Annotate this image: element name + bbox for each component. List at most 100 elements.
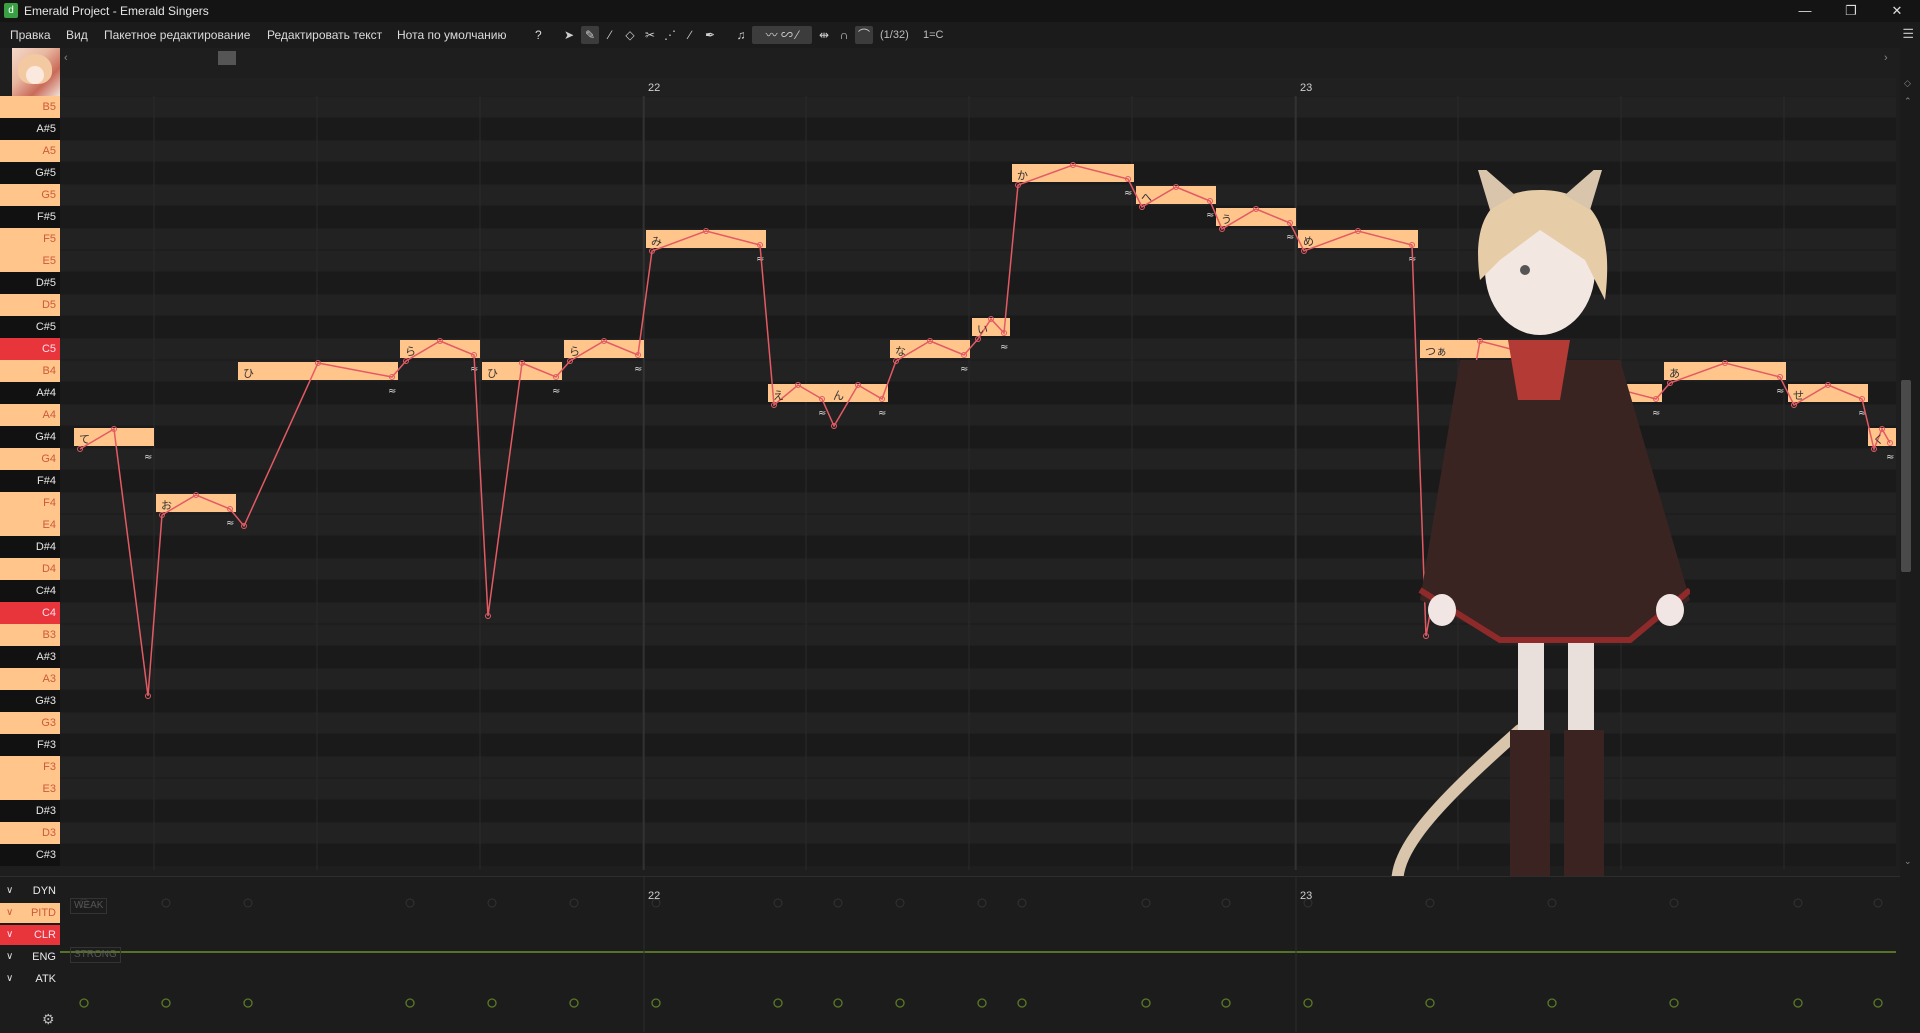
piano-key[interactable]: F#5	[0, 206, 60, 228]
note-lyric[interactable]: か	[1017, 167, 1028, 183]
horizontal-scrollbar-thumb[interactable]	[218, 51, 236, 65]
piano-key[interactable]: B5	[0, 96, 60, 118]
line-icon[interactable]: ∕	[681, 26, 699, 44]
piano-key[interactable]: F3	[0, 756, 60, 778]
piano-key[interactable]: F4	[0, 492, 60, 514]
note-lyric[interactable]: ひ	[487, 365, 498, 381]
note-lyric[interactable]: ら	[569, 343, 580, 359]
note-lyric[interactable]: い	[977, 321, 988, 337]
note-icon[interactable]: ♫	[732, 26, 750, 44]
piano-key[interactable]: A3	[0, 668, 60, 690]
piano-key[interactable]: F5	[0, 228, 60, 250]
piano-key[interactable]: A#5	[0, 118, 60, 140]
piano-key[interactable]: C5	[0, 338, 60, 360]
piano-key[interactable]: A5	[0, 140, 60, 162]
restore-button[interactable]: ❐	[1828, 0, 1874, 22]
scroll-down-icon[interactable]: ⌄	[1904, 856, 1912, 867]
piano-key[interactable]: F#3	[0, 734, 60, 756]
brush-icon[interactable]: ⁄	[601, 26, 619, 44]
note-lyric[interactable]: ん	[833, 387, 844, 403]
pencil-icon[interactable]: ✎	[581, 26, 599, 44]
note-lyric[interactable]: み	[651, 233, 662, 249]
portamento-icon[interactable]: ⌒	[855, 26, 873, 44]
close-button[interactable]: ✕	[1874, 0, 1920, 22]
key-signature[interactable]: 1=C	[923, 29, 944, 41]
menu-help[interactable]: ?	[535, 28, 542, 42]
piano-key[interactable]: G4	[0, 448, 60, 470]
menu-edit-lyrics[interactable]: Редактировать текст	[267, 28, 382, 42]
note-lyric[interactable]: な	[895, 343, 906, 359]
multi-brush-icon[interactable]: ⋰	[661, 26, 679, 44]
note-lyric[interactable]: め	[1303, 233, 1314, 249]
cursor-icon[interactable]: ➤	[560, 26, 578, 44]
scroll-right-icon[interactable]: ›	[1884, 52, 1888, 64]
param-point	[79, 998, 89, 1008]
param-point	[1141, 898, 1151, 908]
note-lyric[interactable]: お	[161, 497, 172, 513]
param-pitd[interactable]: ∨ PITD	[0, 903, 60, 923]
param-dyn[interactable]: ∨ DYN	[0, 881, 60, 901]
piano-key[interactable]: D#5	[0, 272, 60, 294]
piano-key[interactable]: D4	[0, 558, 60, 580]
gear-icon[interactable]: ⚙	[42, 1011, 55, 1028]
quantize-setting[interactable]: (1/32)	[880, 29, 909, 41]
note-lyric[interactable]: ひ	[243, 365, 254, 381]
piano-key[interactable]: B4	[0, 360, 60, 382]
piano-key[interactable]: C#3	[0, 844, 60, 866]
piano-key[interactable]: D3	[0, 822, 60, 844]
waveform-icon[interactable]: ⇹	[815, 26, 833, 44]
parameter-curve-canvas[interactable]	[60, 876, 1896, 1032]
piano-key[interactable]: G#5	[0, 162, 60, 184]
param-clr[interactable]: ∨ CLR	[0, 925, 60, 945]
piano-key[interactable]: A#4	[0, 382, 60, 404]
piano-key[interactable]: A#3	[0, 646, 60, 668]
note-lyric[interactable]: へ	[1141, 189, 1152, 205]
note-lyric[interactable]: く	[1873, 431, 1884, 447]
eraser-icon[interactable]: ◇	[621, 26, 639, 44]
param-eng[interactable]: ∨ ENG	[0, 947, 60, 967]
knife-icon[interactable]: ✂	[641, 26, 659, 44]
piano-key[interactable]: G#4	[0, 426, 60, 448]
bend-icon[interactable]: ∩	[835, 26, 853, 44]
sliders-icon[interactable]: ☰	[1902, 26, 1914, 42]
menu-batch-edit[interactable]: Пакетное редактирование	[104, 28, 250, 42]
timeline-ruler[interactable]: 22 23	[60, 78, 1896, 96]
piano-key[interactable]: G3	[0, 712, 60, 734]
piano-key[interactable]: B3	[0, 624, 60, 646]
vibrato-marker-icon: ≈	[1206, 210, 1214, 221]
piano-key[interactable]: C#5	[0, 316, 60, 338]
piano-key[interactable]: D#3	[0, 800, 60, 822]
param-atk[interactable]: ∨ ATK	[0, 969, 60, 989]
piano-key[interactable]: C4	[0, 602, 60, 624]
note-lyric[interactable]: え	[773, 387, 784, 403]
piano-key[interactable]: C#4	[0, 580, 60, 602]
param-point	[1547, 998, 1557, 1008]
note-lyric[interactable]: て	[79, 431, 90, 447]
piano-key[interactable]: D#4	[0, 536, 60, 558]
piano-key[interactable]: F#4	[0, 470, 60, 492]
singer-avatar[interactable]	[12, 48, 60, 96]
menu-edit[interactable]: Правка	[10, 28, 51, 42]
menu-default-note[interactable]: Нота по умолчанию	[397, 28, 506, 42]
param-point	[405, 998, 415, 1008]
vibrato-icon[interactable]: 〰 ∽ ⁄	[752, 26, 812, 44]
scroll-left-icon[interactable]: ‹	[64, 52, 68, 64]
param-point	[161, 898, 171, 908]
note-lyric[interactable]: う	[1221, 211, 1232, 227]
piano-key[interactable]: G#3	[0, 690, 60, 712]
note-lyric[interactable]: ら	[405, 343, 416, 359]
note-lyric[interactable]: せ	[1793, 387, 1804, 403]
pen-icon[interactable]: ✒	[701, 26, 719, 44]
piano-key[interactable]: A4	[0, 404, 60, 426]
piano-key[interactable]: D5	[0, 294, 60, 316]
vertical-scrollbar-thumb[interactable]	[1901, 380, 1911, 572]
menu-view[interactable]: Вид	[66, 28, 88, 42]
scroll-up-icon[interactable]: ◇	[1904, 78, 1911, 89]
piano-key[interactable]: E4	[0, 514, 60, 536]
piano-key[interactable]: E5	[0, 250, 60, 272]
minimize-button[interactable]: —	[1782, 0, 1828, 22]
scroll-up-arrow-icon[interactable]: ⌃	[1904, 96, 1912, 107]
piano-key[interactable]: E3	[0, 778, 60, 800]
window-title: Emerald Project - Emerald Singers	[24, 4, 209, 18]
piano-key[interactable]: G5	[0, 184, 60, 206]
